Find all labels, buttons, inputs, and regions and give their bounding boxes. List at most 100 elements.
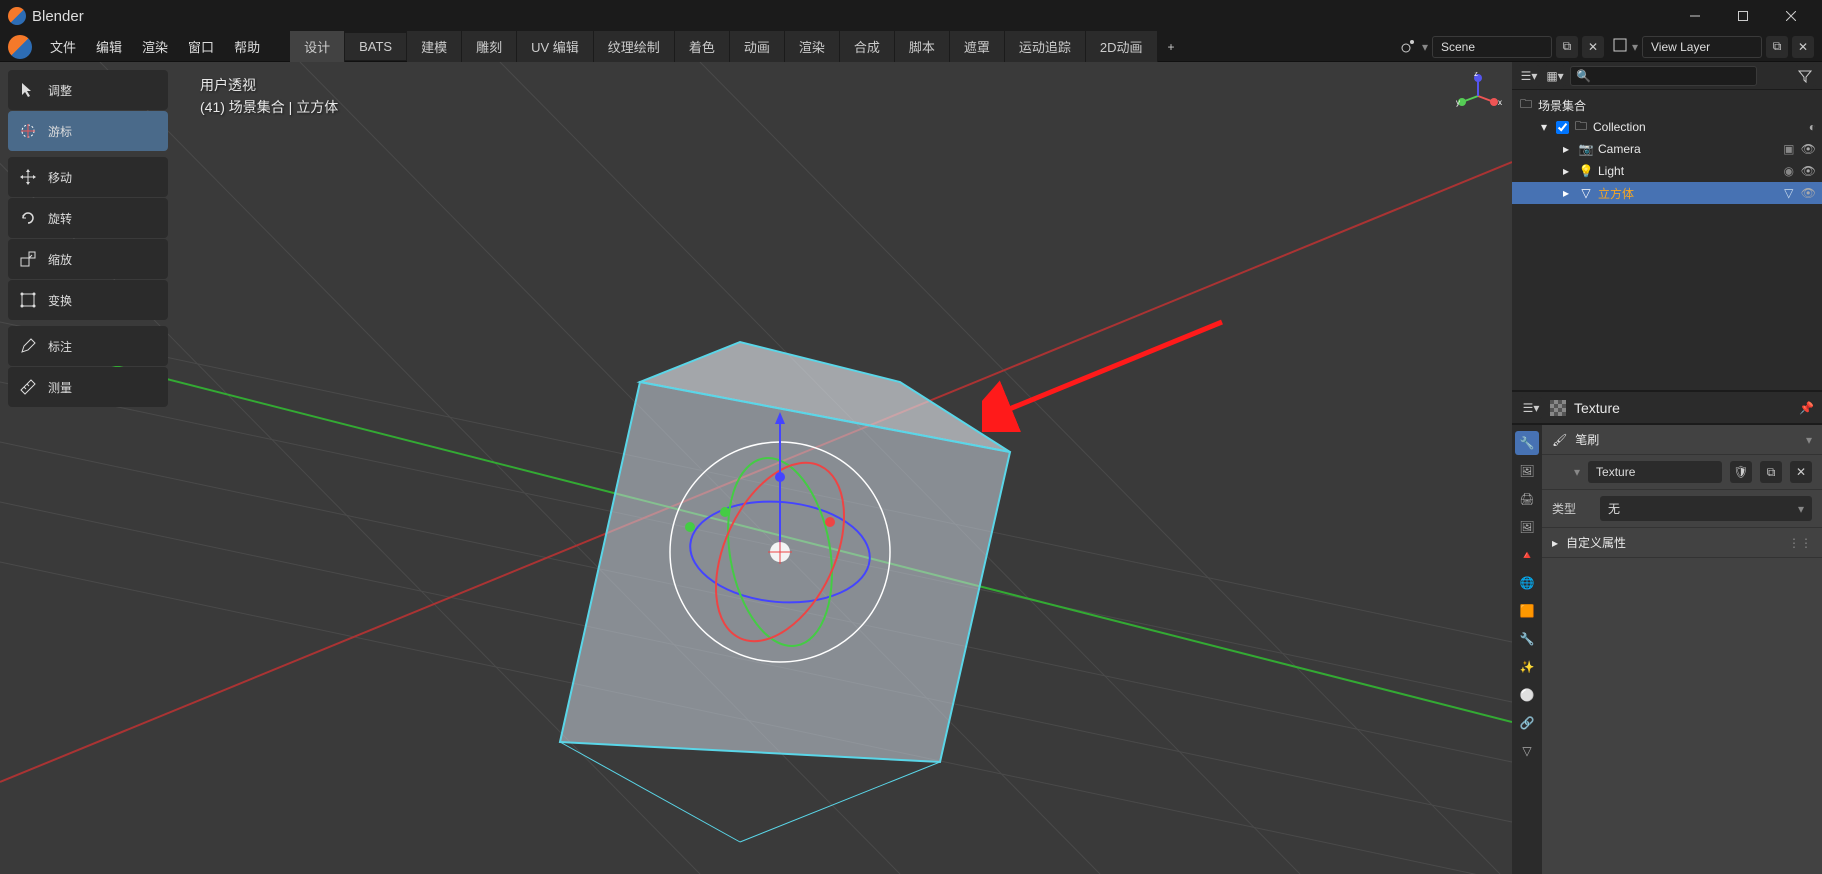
ptab-modifiers[interactable]: 🔧 — [1515, 627, 1539, 651]
blender-logo-icon — [8, 7, 26, 25]
rotate-tool[interactable]: 旋转 — [8, 198, 168, 238]
delete-scene-button[interactable]: ✕ — [1582, 36, 1604, 58]
outliner-search-input[interactable] — [1570, 66, 1757, 86]
outliner-display-mode-button[interactable]: ▦▾ — [1544, 65, 1566, 87]
outliner-tree[interactable]: 🗀 场景集合 ▾ 🗀 Collection ◐ ▸ 📷 Camera ▣ — [1512, 90, 1822, 390]
properties-editor-type-button[interactable]: ☰▾ — [1520, 397, 1542, 419]
cube-object — [560, 342, 1010, 842]
custom-props-row[interactable]: ▸ 自定义属性 ⋮⋮ — [1542, 528, 1822, 558]
move-tool-label: 移动 — [48, 169, 72, 186]
ptab-output[interactable]: 🖨 — [1515, 487, 1539, 511]
outliner-editor-type-button[interactable]: ☰▾ — [1518, 65, 1540, 87]
tab-sculpt[interactable]: 雕刻 — [462, 31, 517, 62]
ptab-tool[interactable]: 🔧 — [1515, 431, 1539, 455]
tab-bats[interactable]: BATS — [345, 33, 407, 60]
move-tool[interactable]: 移动 — [8, 157, 168, 197]
collection-toggle-icon[interactable]: ◐ — [1809, 120, 1816, 134]
chevron-right-icon[interactable]: ▸ — [1558, 164, 1574, 178]
tree-collection[interactable]: ▾ 🗀 Collection ◐ — [1512, 116, 1822, 138]
new-scene-button[interactable]: ⧉ — [1556, 36, 1578, 58]
blender-menu-logo-icon[interactable] — [8, 35, 32, 59]
eye-icon[interactable]: 👁 — [1801, 164, 1816, 178]
cursor-tool-label: 游标 — [48, 123, 72, 140]
tab-anim[interactable]: 动画 — [730, 31, 785, 62]
select-tool[interactable]: 调整 — [8, 70, 168, 110]
svg-text:z: z — [1474, 72, 1478, 78]
shield-icon[interactable]: 🛡 — [1730, 461, 1752, 483]
move-icon — [18, 167, 38, 187]
tree-item-light[interactable]: ▸ 💡 Light ◉ 👁 — [1512, 160, 1822, 182]
measure-tool[interactable]: 测量 — [8, 367, 168, 407]
ptab-physics[interactable]: ⚪ — [1515, 683, 1539, 707]
tab-uvedit[interactable]: UV 编辑 — [517, 31, 594, 62]
menu-file[interactable]: 文件 — [40, 33, 86, 60]
eye-icon[interactable]: 👁 — [1801, 186, 1816, 200]
add-workspace-button[interactable]: + — [1158, 34, 1185, 60]
transform-tool[interactable]: 变换 — [8, 280, 168, 320]
mesh-data-icon: ▽ — [1781, 186, 1797, 200]
chevron-down-icon[interactable]: ▾ — [1536, 120, 1552, 134]
scene-icon — [1400, 36, 1418, 57]
ptab-scene[interactable]: 🔺 — [1515, 543, 1539, 567]
titlebar: Blender — [0, 0, 1822, 32]
collection-visibility-checkbox[interactable] — [1556, 121, 1569, 134]
minimize-button[interactable] — [1672, 0, 1718, 32]
delete-viewlayer-button[interactable]: ✕ — [1792, 36, 1814, 58]
menu-edit[interactable]: 编辑 — [86, 33, 132, 60]
tab-scripting[interactable]: 脚本 — [895, 31, 950, 62]
scale-icon — [18, 249, 38, 269]
delete-texture-button[interactable]: ✕ — [1790, 461, 1812, 483]
menu-help[interactable]: 帮助 — [224, 33, 270, 60]
pin-icon[interactable]: 📌 — [1799, 401, 1814, 415]
copy-texture-button[interactable]: ⧉ — [1760, 461, 1782, 483]
ptab-render[interactable]: 🖼 — [1515, 459, 1539, 483]
brush-row[interactable]: 🖌 笔刷 ▾ — [1542, 425, 1822, 455]
eye-icon[interactable]: 👁 — [1801, 142, 1816, 156]
measure-tool-label: 测量 — [48, 379, 72, 396]
tab-layout[interactable]: 设计 — [290, 31, 345, 62]
drag-handle-icon[interactable]: ⋮⋮ — [1788, 536, 1812, 550]
scale-tool-label: 缩放 — [48, 251, 72, 268]
scale-tool[interactable]: 缩放 — [8, 239, 168, 279]
texture-name-field[interactable]: Texture — [1588, 461, 1722, 483]
tab-render[interactable]: 渲染 — [785, 31, 840, 62]
viewlayer-selector[interactable]: ▾ ⧉ ✕ — [1612, 36, 1814, 58]
ptab-constraints[interactable]: 🔗 — [1515, 711, 1539, 735]
select-tool-label: 调整 — [48, 82, 72, 99]
tree-scene-collection[interactable]: 🗀 场景集合 — [1512, 94, 1822, 116]
cursor-tool[interactable]: 游标 — [8, 111, 168, 151]
tab-texpaint[interactable]: 纹理绘制 — [594, 31, 675, 62]
menu-render[interactable]: 渲染 — [132, 33, 178, 60]
annotate-tool[interactable]: 标注 — [8, 326, 168, 366]
viewlayer-input[interactable] — [1642, 36, 1762, 58]
ptab-object[interactable]: 🟧 — [1515, 599, 1539, 623]
ptab-world[interactable]: 🌐 — [1515, 571, 1539, 595]
chevron-down-icon[interactable]: ▾ — [1806, 433, 1812, 447]
ptab-particles[interactable]: ✨ — [1515, 655, 1539, 679]
transform-icon — [18, 290, 38, 310]
tab-modeling[interactable]: 建模 — [407, 31, 462, 62]
axis-gizmo[interactable]: x y z — [1454, 72, 1502, 120]
close-button[interactable] — [1768, 0, 1814, 32]
type-dropdown[interactable]: 无 ▾ — [1600, 496, 1812, 521]
tab-masking[interactable]: 遮罩 — [950, 31, 1005, 62]
tab-tracking[interactable]: 运动追踪 — [1005, 31, 1086, 62]
scene-selector[interactable]: ▾ ⧉ ✕ — [1400, 36, 1604, 58]
tab-compositing[interactable]: 合成 — [840, 31, 895, 62]
ptab-viewlayer[interactable]: 🖼 — [1515, 515, 1539, 539]
3d-viewport[interactable]: 调整 游标 移动 — [0, 62, 1512, 874]
tab-2danim[interactable]: 2D动画 — [1086, 31, 1158, 62]
new-viewlayer-button[interactable]: ⧉ — [1766, 36, 1788, 58]
tab-shading[interactable]: 着色 — [675, 31, 730, 62]
menu-window[interactable]: 窗口 — [178, 33, 224, 60]
tree-item-camera[interactable]: ▸ 📷 Camera ▣ 👁 — [1512, 138, 1822, 160]
chevron-right-icon[interactable]: ▸ — [1558, 186, 1574, 200]
viewlayer-icon — [1612, 37, 1628, 56]
ptab-data[interactable]: ▽ — [1515, 739, 1539, 763]
chevron-right-icon[interactable]: ▸ — [1558, 142, 1574, 156]
scene-input[interactable] — [1432, 36, 1552, 58]
texture-name-row: ▾ Texture 🛡 ⧉ ✕ — [1542, 455, 1822, 490]
tree-item-cube[interactable]: ▸ ▽ 立方体 ▽ 👁 — [1512, 182, 1822, 204]
outliner-filter-button[interactable] — [1794, 65, 1816, 87]
maximize-button[interactable] — [1720, 0, 1766, 32]
